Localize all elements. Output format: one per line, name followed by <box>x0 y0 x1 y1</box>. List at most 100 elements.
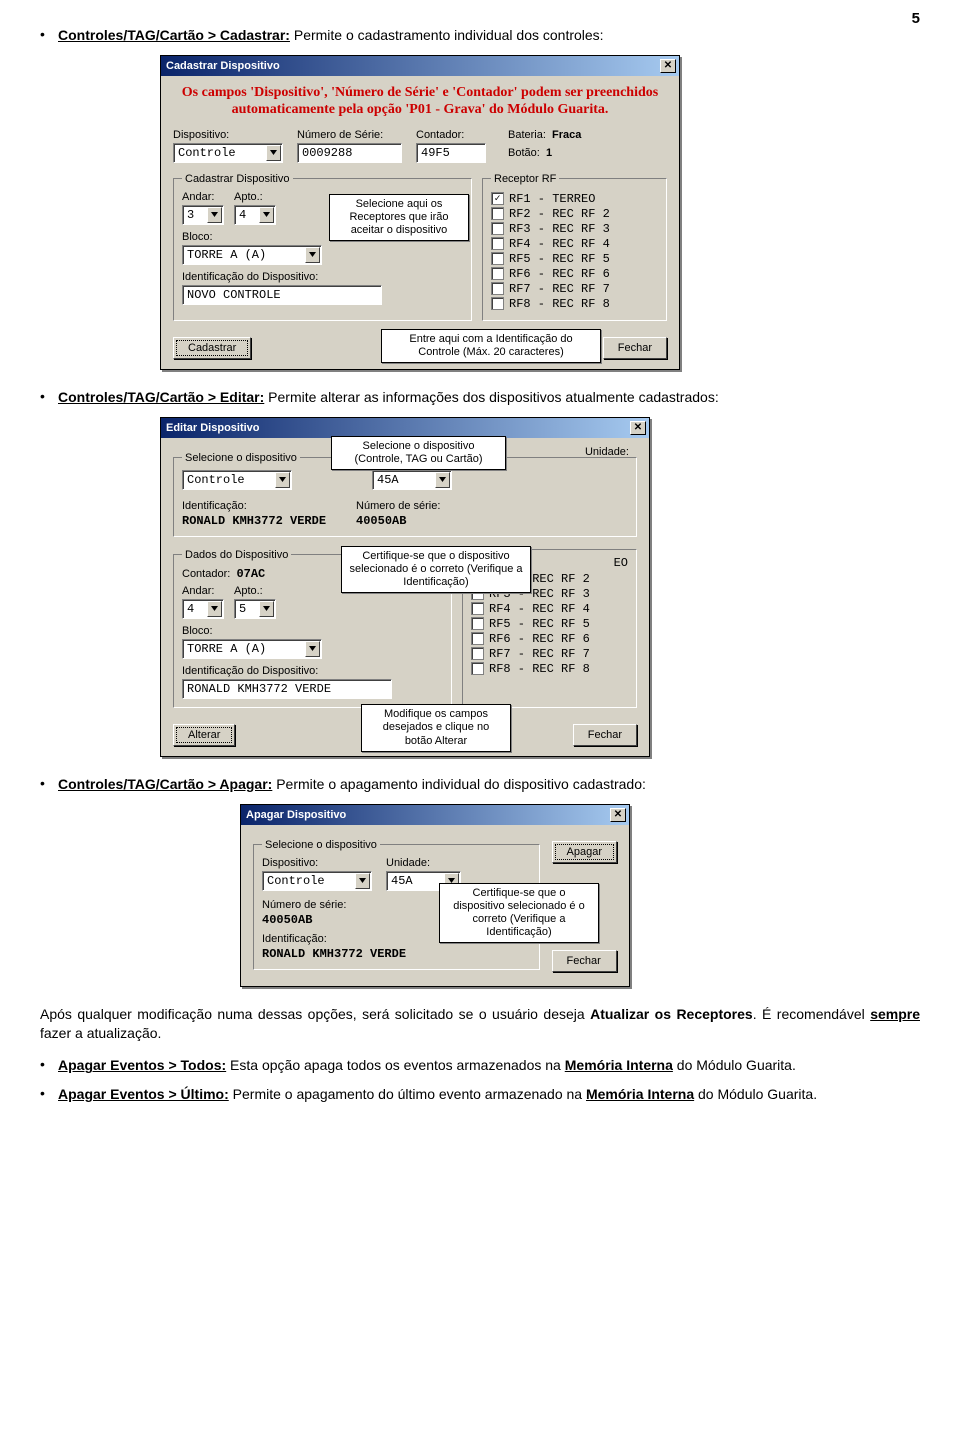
select-value: 45A <box>377 473 399 487</box>
bullet-eventos-todos: • Apagar Eventos > Todos: Esta opção apa… <box>40 1056 920 1075</box>
rf-option[interactable]: RF5 - REC RF 5 <box>491 252 658 266</box>
label-serie: Número de Série: <box>297 129 402 141</box>
bullet-text: Controles/TAG/Cartão > Apagar: Permite o… <box>58 775 646 794</box>
rf-option[interactable]: RF7 - REC RF 7 <box>471 647 628 661</box>
chevron-down-icon[interactable] <box>305 641 320 657</box>
cadastrar-button[interactable]: Cadastrar <box>173 337 251 359</box>
text: fazer a atualização. <box>40 1025 161 1041</box>
select-apto[interactable]: 5 <box>234 599 276 619</box>
label-andar: Andar: <box>182 585 224 597</box>
input-serie[interactable]: 0009288 <box>297 143 402 163</box>
select-andar[interactable]: 4 <box>182 599 224 619</box>
rf-option[interactable]: RF3 - REC RF 3 <box>491 222 658 236</box>
rf-option[interactable]: RF7 - REC RF 7 <box>491 282 658 296</box>
chevron-down-icon[interactable] <box>275 472 290 488</box>
rf-option[interactable]: RF6 - REC RF 6 <box>491 267 658 281</box>
text: Permite o apagamento do último evento ar… <box>229 1086 586 1102</box>
select-dispositivo[interactable]: Controle <box>262 871 372 891</box>
select-value: Controle <box>187 473 245 487</box>
apagar-button[interactable]: Apagar <box>552 841 617 863</box>
text-underline: sempre <box>870 1006 920 1022</box>
fechar-button[interactable]: Fechar <box>552 950 617 972</box>
checkbox-icon[interactable] <box>491 252 504 265</box>
label-botao: Botão: <box>508 147 540 159</box>
titlebar[interactable]: Editar Dispositivo ✕ <box>161 418 649 438</box>
close-icon[interactable]: ✕ <box>610 808 626 822</box>
rf-label: RF7 - REC RF 7 <box>509 282 610 296</box>
text: . É recomendável <box>753 1006 870 1022</box>
checkbox-icon[interactable] <box>471 632 484 645</box>
input-contador[interactable]: 49F5 <box>416 143 486 163</box>
chevron-down-icon[interactable] <box>207 207 222 223</box>
select-dispositivo[interactable]: Controle <box>182 470 292 490</box>
rf-option[interactable]: RF6 - REC RF 6 <box>471 632 628 646</box>
checkbox-icon[interactable] <box>471 662 484 675</box>
close-icon[interactable]: ✕ <box>660 59 676 73</box>
select-unidade[interactable]: 45A <box>372 470 452 490</box>
titlebar[interactable]: Cadastrar Dispositivo ✕ <box>161 56 679 76</box>
rf-option[interactable]: RF8 - REC RF 8 <box>471 662 628 676</box>
chevron-down-icon[interactable] <box>355 873 370 889</box>
checkbox-icon[interactable] <box>471 602 484 615</box>
label-bateria: Bateria: <box>508 129 546 141</box>
checkbox-icon[interactable] <box>471 647 484 660</box>
dialog-title: Editar Dispositivo <box>166 422 260 434</box>
chevron-down-icon[interactable] <box>266 145 281 161</box>
chevron-down-icon[interactable] <box>259 601 274 617</box>
chevron-down-icon[interactable] <box>207 601 222 617</box>
select-dispositivo[interactable]: Controle <box>173 143 283 163</box>
text: do Módulo Guarita. <box>694 1086 817 1102</box>
bullet-icon: • <box>40 775 58 794</box>
text-bold: Memória Interna <box>586 1086 694 1102</box>
select-bloco[interactable]: TORRE A (A) <box>182 639 322 659</box>
group-legend: Receptor RF <box>491 173 559 185</box>
checkbox-icon[interactable] <box>491 237 504 250</box>
bullet-apagar: • Controles/TAG/Cartão > Apagar: Permite… <box>40 775 920 794</box>
input-value: RONALD KMH3772 VERDE <box>187 682 331 696</box>
rf-label: RF8 - REC RF 8 <box>489 662 590 676</box>
rf-option[interactable]: RF4 - REC RF 4 <box>491 237 658 251</box>
group-legend: Dados do Dispositivo <box>182 549 291 561</box>
bullet-icon: • <box>40 1085 58 1104</box>
select-apto[interactable]: 4 <box>234 205 276 225</box>
rf-option[interactable]: RF5 - REC RF 5 <box>471 617 628 631</box>
rf-option[interactable]: RF4 - REC RF 4 <box>471 602 628 616</box>
chevron-down-icon[interactable] <box>305 247 320 263</box>
close-icon[interactable]: ✕ <box>630 421 646 435</box>
titlebar[interactable]: Apagar Dispositivo ✕ <box>241 805 629 825</box>
fechar-button[interactable]: Fechar <box>573 724 637 746</box>
checkbox-icon[interactable] <box>491 267 504 280</box>
alterar-button[interactable]: Alterar <box>173 724 235 746</box>
bullet-head: Apagar Eventos > Último: <box>58 1086 229 1102</box>
fechar-button[interactable]: Fechar <box>603 337 667 359</box>
checkbox-icon[interactable] <box>491 207 504 220</box>
value-serie: 40050AB <box>356 514 440 528</box>
text-bold: Memória Interna <box>565 1057 673 1073</box>
rf-label: RF3 - REC RF 3 <box>509 222 610 236</box>
checkbox-icon[interactable] <box>491 222 504 235</box>
input-ident-dev[interactable]: RONALD KMH3772 VERDE <box>182 679 392 699</box>
text: Esta opção apaga todos os eventos armaze… <box>226 1057 565 1073</box>
bullet-editar: • Controles/TAG/Cartão > Editar: Permite… <box>40 388 920 407</box>
select-bloco[interactable]: TORRE A (A) <box>182 245 322 265</box>
checkbox-icon[interactable]: ✓ <box>491 192 504 205</box>
bullet-head: Controles/TAG/Cartão > Editar: <box>58 389 264 405</box>
checkbox-icon[interactable] <box>471 617 484 630</box>
notice-text: Os campos 'Dispositivo', 'Número de Séri… <box>179 84 661 119</box>
label-ident: Identificação: <box>182 500 326 512</box>
rf-label: RF8 - REC RF 8 <box>509 297 610 311</box>
input-ident[interactable]: NOVO CONTROLE <box>182 285 382 305</box>
select-andar[interactable]: 3 <box>182 205 224 225</box>
rf-option[interactable]: RF2 - REC RF 2 <box>491 207 658 221</box>
rf-option[interactable]: RF8 - REC RF 8 <box>491 297 658 311</box>
select-value: Controle <box>178 146 236 160</box>
text: do Módulo Guarita. <box>673 1057 796 1073</box>
chevron-down-icon[interactable] <box>435 472 450 488</box>
dialog-title: Cadastrar Dispositivo <box>166 60 280 72</box>
chevron-down-icon[interactable] <box>259 207 274 223</box>
bullet-text: Controles/TAG/Cartão > Editar: Permite a… <box>58 388 719 407</box>
checkbox-icon[interactable] <box>491 297 504 310</box>
rf-label: RF6 - REC RF 6 <box>489 632 590 646</box>
checkbox-icon[interactable] <box>491 282 504 295</box>
rf-option[interactable]: ✓RF1 - TERREO <box>491 192 658 206</box>
